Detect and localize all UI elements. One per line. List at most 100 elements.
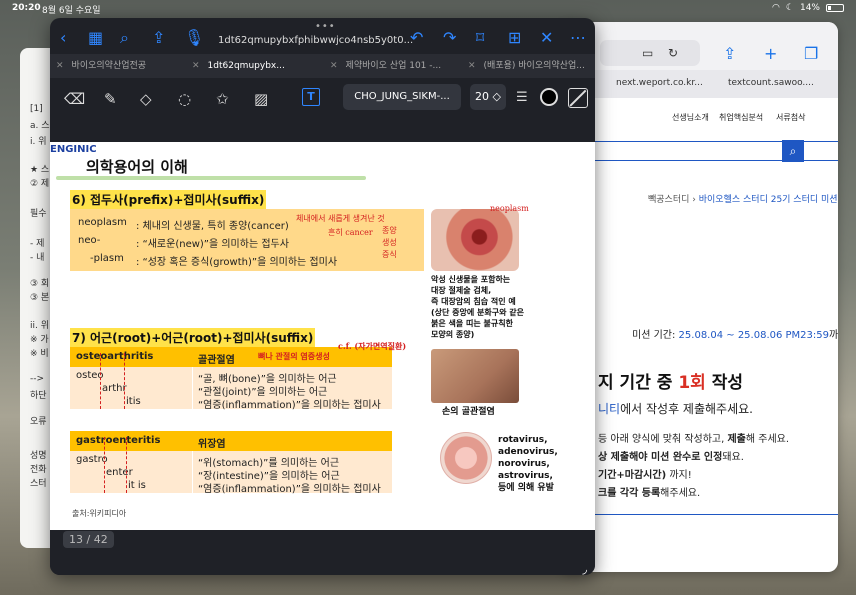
bookmark-icon[interactable]: ⌑ [476,28,484,47]
document-title[interactable]: 1dt62qmupybxfphibwwjco4nsb5y0t0... [218,35,413,46]
breadcrumb-item-current[interactable]: 바이오헬스 스터디 25기 스터디 미션 [699,195,838,205]
redo-icon[interactable]: ↷ [443,28,456,47]
breadcrumb-item[interactable]: 빽공스터디 [648,195,689,205]
reload-icon[interactable]: ↻ [668,46,678,60]
font-size-selector[interactable]: 20 ◇ [470,84,506,110]
back-icon[interactable]: ‹ [60,28,66,47]
word-part: itis [126,396,141,407]
page-title: 의학용어의 이해 [86,158,188,176]
grid-icon[interactable]: ▦ [88,28,103,47]
close-tab-icon[interactable]: ✕ [56,61,64,71]
pdf-page[interactable]: ENGINIC 의학용어의 이해 6) 접두사(prefix)+접미사(suff… [50,142,595,530]
handwritten-note: 생성 [382,238,397,247]
browser-tab-textcount[interactable]: textcount.sawoo.... [728,78,814,88]
document-tab[interactable]: ✕ 바이오의약산업전공 [56,54,186,78]
term: -plasm [90,253,124,264]
mission-bullet: 등 아래 양식에 맞춰 작성하고, 제출해 주세요. [598,434,790,445]
undo-icon[interactable]: ↶ [410,28,423,47]
background-text-line: ② 제 [30,179,50,189]
image-icon[interactable]: ▨ [254,90,268,108]
background-text-line: [1] [30,104,43,114]
text-color-button[interactable] [540,88,558,106]
handwritten-note: 흔히 cancer [328,228,373,237]
page-footer: 13 / 42 ◞ [50,530,595,575]
background-text-line: 하단 [30,391,47,401]
focus-moon-icon: ☾ [785,3,794,13]
resize-handle-icon[interactable]: ◞ [582,562,587,575]
background-text-line: - 제 [30,239,45,249]
word-part: it is [128,480,146,491]
background-text-line: ii. 위 [30,321,50,331]
site-search-button[interactable]: ⌕ [782,140,804,162]
term-desc: : “새로운(new)”을 의미하는 접두사 [136,239,289,250]
search-icon[interactable]: ⌕ [120,28,129,48]
background-text-line: a. 스 [30,121,50,131]
line-tool-icon[interactable] [568,88,588,108]
background-text-line: 전화 [30,465,47,475]
document-tab-bar: ✕ 바이오의약산업전공 ✕ 1dt62qmupybx... ✕ 제약바이오 산업 10… [50,54,595,78]
font-selector[interactable]: CHO_JUNG_SIKM-... [343,84,461,110]
more-icon[interactable]: ⋯ [570,28,586,47]
page-indicator[interactable]: 13 / 42 [63,531,114,548]
background-text-line: ※ 가 [30,335,49,345]
close-edit-icon[interactable]: ✕ [540,28,553,47]
background-browser-window[interactable]: ▭ ↻ ⇪ + ❐ next.weport.co.kr... textcount… [560,22,838,572]
background-text-line: 성명 [30,451,47,461]
background-text-line: 오류 [30,417,47,427]
pdf-app-window[interactable]: ••• ‹ ▦ ⌕ ⇪ 🎙 1dt62qmupybxfphibwwjco4nsb… [50,18,595,575]
browser-address-bar[interactable]: ▭ ↻ [600,40,700,66]
table-header: gastroenteritis 위장염 [70,431,392,451]
share-icon[interactable]: ⇪ [723,44,736,63]
word-part: gastro [76,454,108,465]
mission-bullet: 상 제출해야 미션 완수로 인정돼요. [598,452,744,463]
document-tab[interactable]: ✕ (배포용) 바이오의약산업... [468,54,595,78]
close-tab-icon[interactable]: ✕ [468,61,476,71]
term: neo- [78,235,101,246]
shapes-icon[interactable]: ◇ [140,90,152,108]
handwritten-note: neoplasm [490,204,529,213]
sticker-icon[interactable]: ✩ [216,90,229,108]
wifi-icon: ◠ [772,3,780,13]
text-tool-button[interactable]: T [302,88,320,106]
annotation-toolbar: ⌫ ✎ ◇ ◌ ✩ ▨ T CHO_JUNG_SIKM-... 20 ◇ ☰ [50,78,595,118]
colon-specimen-image [431,209,519,271]
annotation-dashed-line [124,353,125,409]
lasso-icon[interactable]: ◌ [178,90,191,108]
microphone-icon[interactable]: 🎙 [184,28,204,47]
colon-image-caption: 악성 신생물을 포함하는 대장 절제술 검체, 즉 대장암의 침습 적인 예 (… [431,275,524,339]
highlighter-icon[interactable]: ✎ [104,90,117,108]
new-tab-icon[interactable]: + [764,44,777,63]
browser-tab-bar: next.weport.co.kr... textcount.sawoo.... [560,70,838,98]
reader-icon[interactable]: ▭ [642,46,653,60]
text-align-icon[interactable]: ☰ [516,90,528,105]
document-tab[interactable]: ✕ 제약바이오 산업 101 -... [330,54,460,78]
add-page-icon[interactable]: ⊞ [508,28,521,47]
table-term: osteoarthritis [76,351,154,362]
background-text-line: --> [30,374,45,384]
share-icon[interactable]: ⇪ [152,28,165,47]
battery-icon [826,4,844,12]
brand-logo: ENGINIC [50,144,97,155]
annotation-dashed-line [126,437,127,493]
eraser-icon[interactable]: ⌫ [64,90,85,108]
mission-dates: 25.08.04 ~ 25.08.06 PM23:59 [678,330,830,341]
nav-document-review[interactable]: 서류첨삭 [776,112,805,123]
mission-period: 미션 기간: 25.08.04 ~ 25.08.06 PM23:59까지 [632,330,838,341]
nav-job-analysis[interactable]: 취업핵심분석 [719,112,763,123]
close-tab-icon[interactable]: ✕ [192,61,200,71]
background-text-line: ③ 회 [30,279,50,289]
tab-overview-icon[interactable]: ❐ [804,44,818,63]
browser-tab-weport[interactable]: next.weport.co.kr... [616,78,703,88]
close-tab-icon[interactable]: ✕ [330,61,338,71]
handwritten-note: 증식 [382,250,397,259]
background-text-line: i. 위 [30,137,47,147]
breadcrumb: 빽공스터디 › 바이오헬스 스터디 25기 스터디 미션 [648,195,838,205]
word-part: arthr [102,383,127,394]
table-term: gastroenteritis [76,435,161,446]
mission-bullet: 크를 각각 등록해주세요. [598,488,701,499]
document-tab-active[interactable]: ✕ 1dt62qmupybx... [192,54,322,78]
status-indicators: ◠ ☾ 14% [772,3,844,13]
section6-box: neoplasm : 체내의 신생물, 특히 종양(cancer) neo- :… [70,209,424,271]
nav-teachers[interactable]: 선생님소개 [672,112,709,123]
section7-title: 7) 어근(root)+어근(root)+접미사(suffix) [70,328,316,347]
